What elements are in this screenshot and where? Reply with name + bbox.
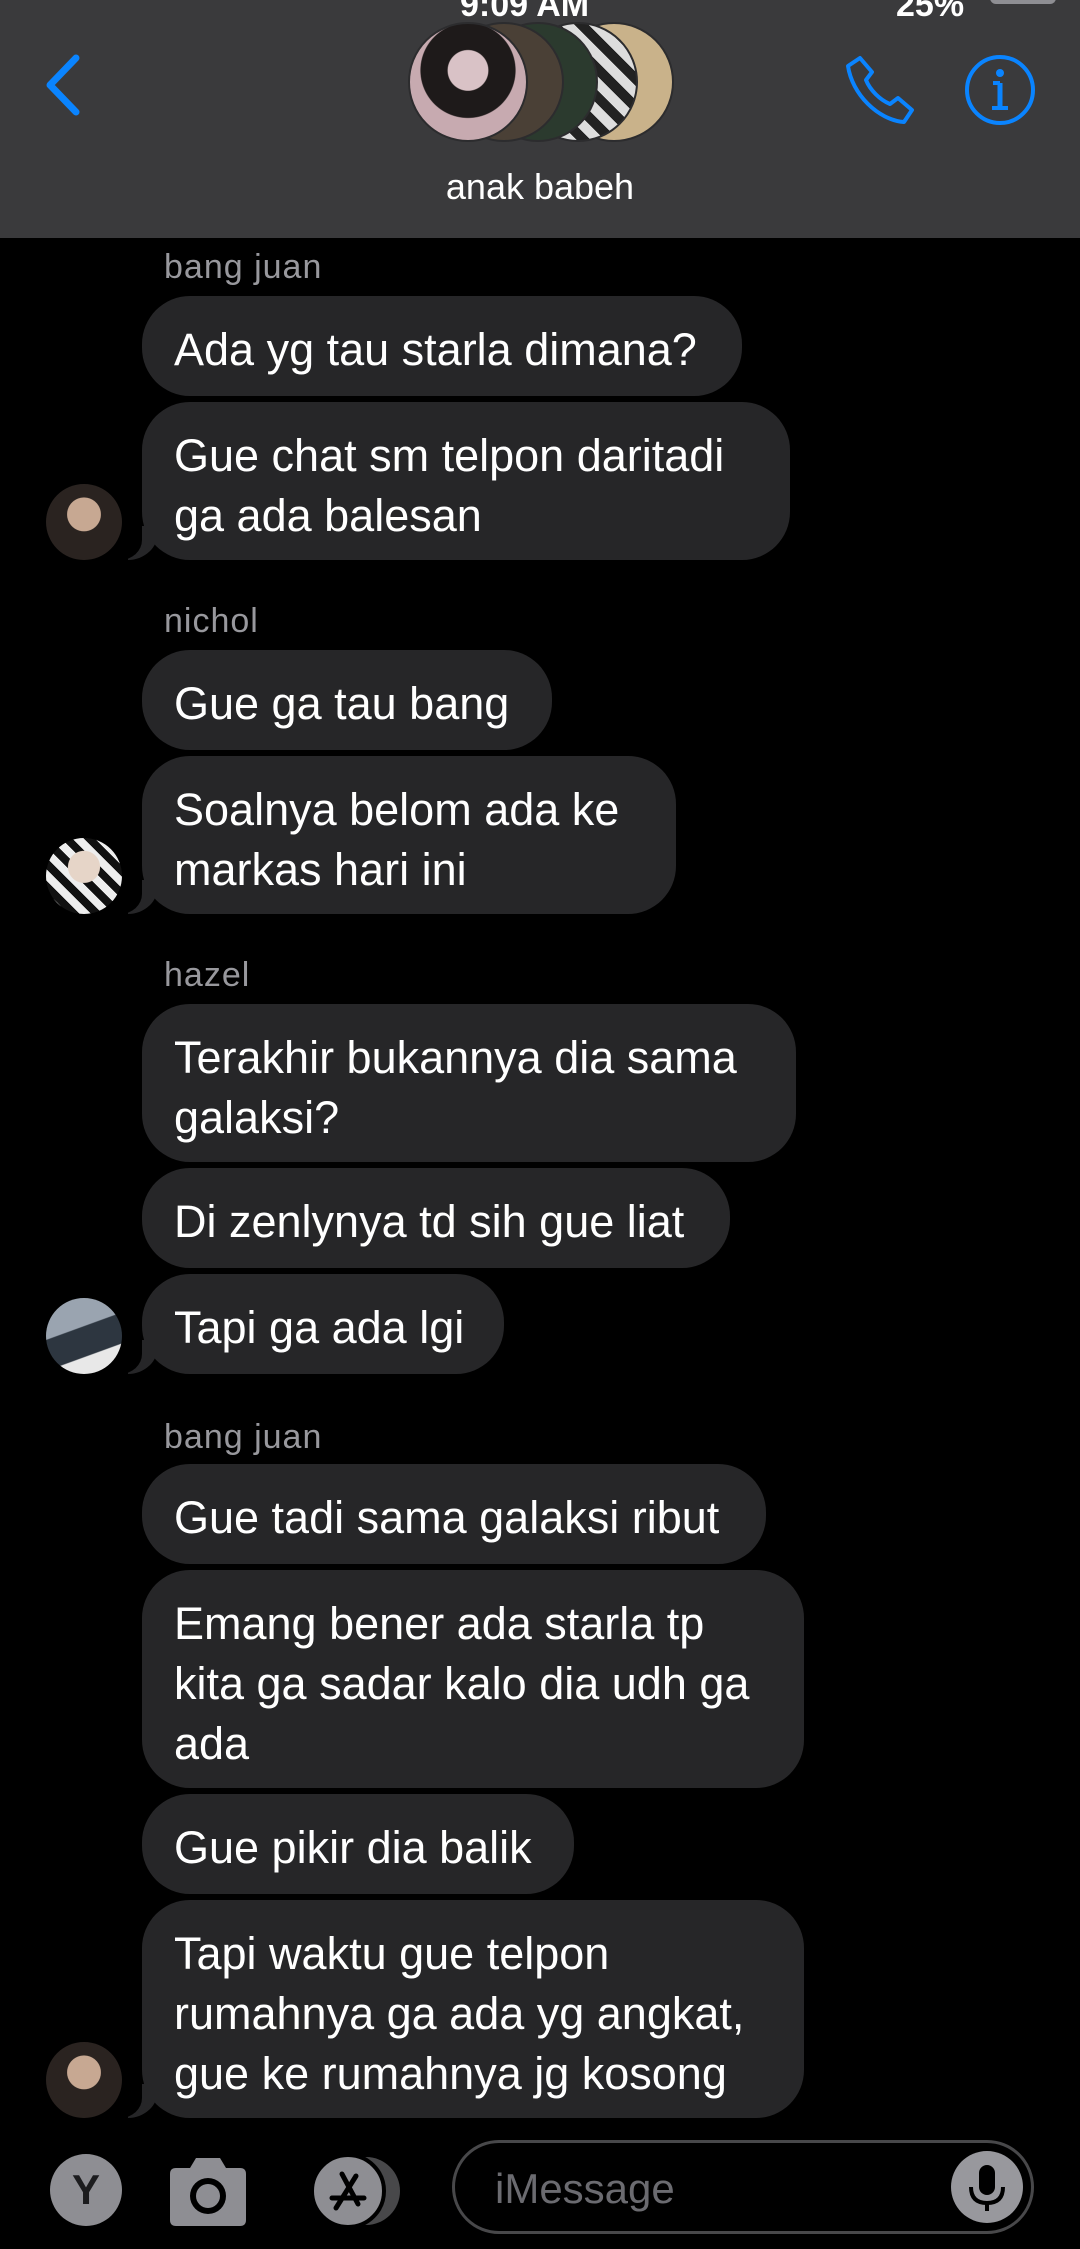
sender-name: bang juan: [164, 1418, 323, 1456]
message-bubble[interactable]: Emang bener ada starla tp kita ga sadar …: [142, 1570, 804, 1788]
avatar[interactable]: [46, 484, 122, 560]
message-bubble[interactable]: Terakhir bukannya dia sama galaksi?: [142, 1004, 796, 1162]
battery-percentage: 25%: [896, 0, 965, 24]
info-icon[interactable]: [962, 52, 1038, 128]
message-bubble[interactable]: Soalnya belom ada ke markas hari ini: [116, 756, 676, 914]
conversation-header: 9:09 AM 25% anak babeh: [0, 0, 1080, 238]
message-bubble[interactable]: Gue chat sm telpon daritadi ga ada bales…: [116, 402, 790, 560]
message-input[interactable]: iMessage: [452, 2140, 1034, 2234]
message-input-placeholder: iMessage: [495, 2165, 675, 2212]
group-name[interactable]: anak babeh: [0, 166, 1080, 208]
message-bubble[interactable]: Di zenlynya td sih gue liat: [142, 1168, 730, 1268]
phone-icon[interactable]: [842, 52, 918, 128]
message-bubble[interactable]: Gue pikir dia balik: [142, 1794, 574, 1894]
sender-name: nichol: [164, 602, 259, 640]
microphone-icon[interactable]: [951, 2151, 1023, 2223]
group-member-avatar: [408, 22, 528, 142]
sender-name: bang juan: [164, 248, 323, 286]
app-drawer-button[interactable]: Y: [50, 2154, 122, 2226]
avatar[interactable]: [46, 838, 122, 914]
compose-bar: Y iMessage: [0, 2120, 1080, 2249]
message-bubble[interactable]: Ada yg tau starla dimana?: [142, 296, 742, 396]
microphone-glyph: [969, 2165, 1005, 2211]
message-bubble[interactable]: Gue tadi sama galaksi ribut: [142, 1464, 766, 1564]
sender-name: hazel: [164, 956, 251, 994]
chevron-left-icon[interactable]: [40, 50, 90, 120]
battery-icon: [990, 0, 1056, 4]
group-avatars[interactable]: [408, 22, 678, 142]
message-bubble[interactable]: Tapi waktu gue telpon rumahnya ga ada yg…: [116, 1900, 804, 2118]
message-bubble[interactable]: Gue ga tau bang: [142, 650, 552, 750]
avatar[interactable]: [46, 2042, 122, 2118]
avatar[interactable]: [46, 1298, 122, 1374]
app-store-icon[interactable]: [306, 2152, 406, 2230]
camera-icon[interactable]: [166, 2154, 250, 2228]
message-bubble[interactable]: Tapi ga ada lgi: [116, 1274, 504, 1374]
